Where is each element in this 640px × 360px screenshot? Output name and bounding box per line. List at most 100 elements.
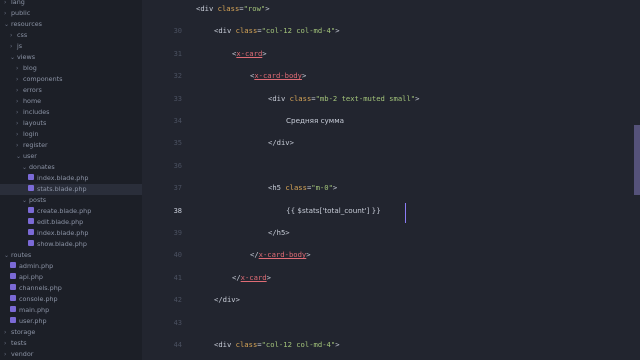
tree-item-label: login (23, 130, 39, 138)
file-tree-item[interactable]: channels.php (0, 283, 62, 294)
tree-item-label: lang (11, 0, 25, 6)
tree-item-label: edit.blade.php (37, 218, 84, 226)
folder-tree-item[interactable]: › errors (0, 85, 42, 96)
tree-item-label: css (17, 31, 28, 39)
tree-item-label: errors (23, 86, 42, 94)
file-tree-item[interactable]: create.blade.php (0, 206, 91, 217)
code-token: </div> (268, 138, 294, 148)
folder-tree-item[interactable]: › public (0, 8, 30, 19)
code-token: class (235, 26, 258, 36)
line-number: 41 (173, 273, 182, 282)
code-line[interactable]: <x-card> (232, 49, 267, 58)
line-number: 35 (173, 139, 182, 148)
code-line[interactable]: </div> (214, 295, 240, 304)
file-tree-item[interactable]: admin.php (0, 261, 53, 272)
code-token: {{ $stats['total_count'] }} (286, 205, 381, 215)
tree-item-label: js (17, 42, 23, 50)
line-number: 38 (173, 206, 182, 215)
code-line[interactable]: </x-card> (232, 273, 271, 282)
php-file-icon (28, 240, 34, 246)
chevron-down-icon: ⌄ (22, 164, 28, 171)
code-line[interactable]: </div> (268, 138, 294, 147)
file-tree-item[interactable]: user.php (0, 316, 47, 327)
file-tree-item[interactable]: api.php (0, 272, 43, 283)
code-token: <div (214, 340, 236, 349)
php-file-icon (28, 229, 34, 235)
tree-item-label: routes (11, 251, 32, 259)
file-tree-item[interactable]: show.blade.php (0, 239, 87, 250)
tree-item-label: posts (29, 196, 47, 204)
folder-tree-item[interactable]: ⌄ user (0, 151, 37, 162)
code-token: class (235, 340, 258, 349)
folder-tree-item[interactable]: ⌄ posts (0, 195, 46, 206)
code-token: x-card (240, 272, 267, 282)
file-tree-item[interactable]: edit.blade.php (0, 217, 83, 228)
chevron-right-icon: › (16, 109, 19, 116)
php-file-icon (10, 273, 16, 279)
chevron-right-icon: › (4, 351, 7, 358)
line-number: 44 (173, 341, 182, 349)
code-line[interactable]: </h5> (268, 228, 290, 237)
tree-item-label: index.blade.php (37, 229, 89, 237)
php-file-icon (10, 317, 16, 323)
tree-item-label: api.php (19, 273, 43, 281)
line-number: 39 (173, 229, 182, 237)
code-editor[interactable]: <div class="row"> <div class="col-12 col-… (188, 0, 634, 360)
folder-tree-item[interactable]: › home (0, 96, 41, 107)
tree-item-label: vendor (11, 350, 34, 358)
folder-tree-item[interactable]: › lang (0, 0, 25, 8)
folder-tree-item[interactable]: ⌄ resources (0, 19, 42, 30)
line-number: 33 (173, 94, 182, 103)
code-token: x-card-body (258, 250, 307, 260)
tree-item-label: main.php (19, 306, 50, 314)
folder-tree-item[interactable]: › blog (0, 63, 37, 74)
code-line[interactable]: Средняя сумма (286, 116, 344, 125)
chevron-down-icon: ⌄ (16, 153, 22, 160)
line-number: 40 (173, 251, 182, 260)
code-line[interactable]: <div class="col-12 col-md-4"> (214, 26, 340, 35)
folder-tree-item[interactable]: ⌄ donates (0, 162, 55, 173)
file-tree-item[interactable]: index.blade.php (0, 173, 88, 184)
chevron-down-icon: ⌄ (4, 252, 10, 259)
tree-item-label: views (17, 53, 36, 61)
folder-tree-item[interactable]: › storage (0, 327, 35, 338)
code-token: class (285, 183, 307, 193)
folder-tree-item[interactable]: › includes (0, 107, 49, 118)
code-line[interactable]: <x-card-body> (250, 71, 306, 80)
code-line[interactable]: <div class="row"> (196, 4, 270, 13)
code-token: <h5 (268, 183, 286, 193)
file-tree-item[interactable]: stats.blade.php (0, 184, 142, 195)
folder-tree-item[interactable]: › components (0, 74, 62, 85)
code-line[interactable]: <h5 class="m-0"> (268, 183, 337, 192)
code-line[interactable]: <div class="mb-2 text-muted small"> (268, 94, 419, 103)
file-tree-item[interactable]: main.php (0, 305, 49, 316)
vertical-scrollbar[interactable] (634, 125, 640, 195)
folder-tree-item[interactable]: › css (0, 30, 27, 41)
code-token: class (289, 93, 312, 103)
code-token: > (415, 93, 420, 103)
code-line[interactable]: <div class="col-12 col-md-4"> (214, 340, 340, 349)
folder-tree-item[interactable]: › layouts (0, 118, 46, 129)
chevron-down-icon: ⌄ (22, 197, 28, 204)
line-number: 31 (173, 49, 182, 58)
php-file-icon (28, 218, 34, 224)
code-line[interactable]: </x-card-body> (250, 250, 311, 259)
folder-tree-item[interactable]: ⌄ views (0, 52, 35, 63)
file-tree-item[interactable]: console.php (0, 294, 58, 305)
line-number: 32 (173, 72, 182, 81)
chevron-right-icon: › (16, 131, 19, 138)
folder-tree-item[interactable]: › tests (0, 338, 27, 349)
text-cursor (405, 203, 406, 223)
folder-tree-item[interactable]: › vendor (0, 349, 33, 360)
chevron-right-icon: › (16, 98, 19, 105)
tree-item-label: create.blade.php (37, 207, 92, 215)
folder-tree-item[interactable]: › register (0, 140, 48, 151)
folder-tree-item[interactable]: › login (0, 129, 39, 140)
folder-tree-item[interactable]: › js (0, 41, 22, 52)
file-tree-item[interactable]: index.blade.php (0, 228, 88, 239)
tree-item-label: layouts (23, 119, 47, 127)
code-line[interactable]: {{ $stats['total_count'] }} (286, 206, 381, 215)
line-number: 42 (173, 296, 182, 305)
folder-tree-item[interactable]: ⌄ routes (0, 250, 31, 261)
chevron-right-icon: › (4, 10, 7, 17)
